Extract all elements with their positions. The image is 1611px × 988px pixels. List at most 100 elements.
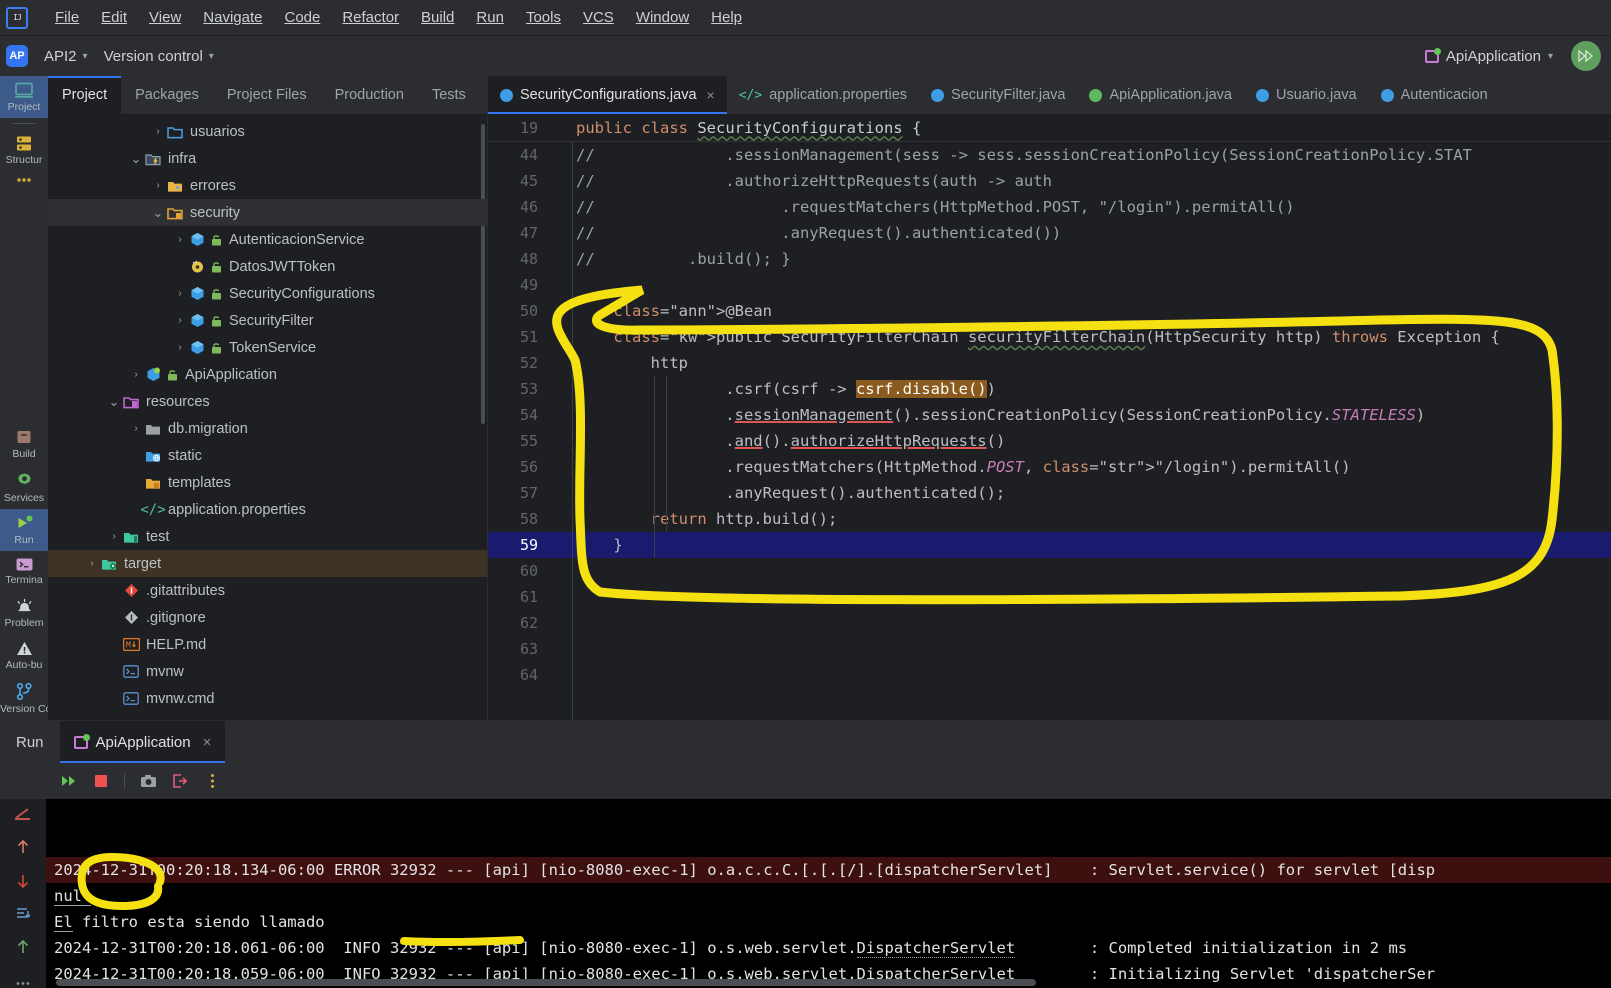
tree-item-target[interactable]: › target: [48, 550, 487, 577]
tree-item-tokenservice[interactable]: › TokenService: [48, 334, 487, 361]
console-output[interactable]: 2024-12-31T00:20:18.134-06:00 ERROR 3293…: [46, 799, 1611, 988]
sidebar-item-project[interactable]: Project: [0, 76, 48, 118]
menu-code[interactable]: Code: [273, 6, 331, 29]
tree-item-securityconfigurations[interactable]: › SecurityConfigurations: [48, 280, 487, 307]
code-line[interactable]: 64: [488, 662, 1611, 688]
chevron-right-icon[interactable]: ›: [172, 342, 188, 353]
tree-item-securityfilter[interactable]: › SecurityFilter: [48, 307, 487, 334]
tree-item-application-properties[interactable]: </> application.properties: [48, 496, 487, 523]
tree-item-security[interactable]: ⌄ security: [48, 199, 487, 226]
code-line[interactable]: 60: [488, 558, 1611, 584]
code-line[interactable]: 56 .requestMatchers(HttpMethod.POST, cla…: [488, 454, 1611, 480]
tree-item-resources[interactable]: ⌄ resources: [48, 388, 487, 415]
scroll-end-icon[interactable]: [15, 907, 31, 925]
tree-item-static[interactable]: static: [48, 442, 487, 469]
tree-item-apiapplication[interactable]: › ApiApplication: [48, 361, 487, 388]
sidebar-item-structure[interactable]: Structur: [0, 129, 48, 171]
menu-file[interactable]: File: [44, 6, 90, 29]
up-arrow-icon[interactable]: [16, 939, 30, 959]
sidebar-item-services[interactable]: Services: [0, 465, 48, 509]
code-line[interactable]: 50 class="ann">@Bean: [488, 298, 1611, 324]
tree-item-datosjwttoken[interactable]: DatosJWTToken: [48, 253, 487, 280]
code-line[interactable]: 62: [488, 610, 1611, 636]
code-line[interactable]: 55 .and().authorizeHttpRequests(): [488, 428, 1611, 454]
version-control-selector[interactable]: Version control ▾: [96, 45, 222, 68]
chevron-right-icon[interactable]: ›: [172, 234, 188, 245]
chevron-down-icon[interactable]: ⌄: [150, 205, 166, 221]
more-icon[interactable]: [15, 973, 31, 988]
editor-tab-autenticacion[interactable]: Autenticacion: [1369, 76, 1500, 114]
tree-item-autenticacionservice[interactable]: › AutenticacionService: [48, 226, 487, 253]
code-line[interactable]: 49: [488, 272, 1611, 298]
export-icon[interactable]: [171, 772, 189, 790]
sidebar-item-more[interactable]: [0, 171, 48, 188]
code-line[interactable]: 57 .anyRequest().authenticated();: [488, 480, 1611, 506]
sidebar-item-version-control[interactable]: Version Control: [0, 676, 48, 720]
code-line[interactable]: 58 return http.build();: [488, 506, 1611, 532]
more-vertical-icon[interactable]: [203, 772, 221, 790]
rerun-icon[interactable]: [60, 772, 78, 790]
tab-production[interactable]: Production: [321, 76, 418, 114]
sidebar-item-build[interactable]: Build: [0, 422, 48, 465]
sidebar-item-run[interactable]: Run: [0, 509, 48, 551]
code-editor[interactable]: 44 // .sessionManagement(sess -> sess.ses…: [488, 142, 1611, 720]
editor-tab-securityconfigurations-java[interactable]: SecurityConfigurations.java ×: [488, 76, 727, 114]
tree-item-infra[interactable]: ⌄ infra: [48, 145, 487, 172]
code-line[interactable]: 47 // .anyRequest().authenticated()): [488, 220, 1611, 246]
tab-project[interactable]: Project: [48, 76, 122, 114]
editor-tab-usuario-java[interactable]: Usuario.java: [1244, 76, 1369, 114]
camera-icon[interactable]: [139, 772, 157, 790]
chevron-down-icon[interactable]: ⌄: [106, 394, 122, 410]
code-line[interactable]: 45 // .authorizeHttpRequests(auth -> auth: [488, 168, 1611, 194]
tree-item--gitignore[interactable]: .gitignore: [48, 604, 487, 631]
tab-packages[interactable]: Packages: [121, 76, 213, 114]
console-horizontal-scrollbar[interactable]: [56, 979, 1036, 986]
tree-item-templates[interactable]: templates: [48, 469, 487, 496]
close-icon[interactable]: ×: [203, 734, 212, 751]
editor-tab-securityfilter-java[interactable]: SecurityFilter.java: [919, 76, 1077, 114]
chevron-right-icon[interactable]: ›: [128, 369, 144, 380]
up-arrow-icon[interactable]: [16, 839, 30, 859]
code-line[interactable]: 63: [488, 636, 1611, 662]
run-button-avatar[interactable]: [1571, 41, 1601, 71]
project-selector[interactable]: API2 ▾: [36, 45, 96, 68]
editor-tab-application-properties[interactable]: </> application.properties: [727, 76, 919, 114]
menu-vcs[interactable]: VCS: [572, 6, 625, 29]
menu-edit[interactable]: Edit: [90, 6, 138, 29]
code-line[interactable]: 48 // .build(); }: [488, 246, 1611, 272]
code-line[interactable]: 61: [488, 584, 1611, 610]
code-line[interactable]: 53 .csrf(csrf -> csrf.disable()): [488, 376, 1611, 402]
sidebar-item-autobuild[interactable]: Auto-bu: [0, 634, 48, 676]
menu-navigate[interactable]: Navigate: [192, 6, 273, 29]
code-line[interactable]: 54 .sessionManagement().sessionCreationP…: [488, 402, 1611, 428]
tree-item-mvnw-cmd[interactable]: mvnw.cmd: [48, 685, 487, 712]
soft-wrap-icon[interactable]: [14, 807, 32, 825]
gutter-marker[interactable]: @: [550, 324, 572, 350]
menu-run[interactable]: Run: [465, 6, 515, 29]
chevron-right-icon[interactable]: ›: [150, 126, 166, 137]
down-arrow-icon[interactable]: [16, 873, 30, 893]
menu-tools[interactable]: Tools: [515, 6, 572, 29]
code-line[interactable]: 44 // .sessionManagement(sess -> sess.ses…: [488, 142, 1611, 168]
close-icon[interactable]: ×: [707, 87, 715, 103]
chevron-right-icon[interactable]: ›: [172, 315, 188, 326]
intellij-logo-icon[interactable]: IJ: [6, 6, 28, 29]
tree-item-help-md[interactable]: M HELP.md: [48, 631, 487, 658]
code-line[interactable]: 52 http: [488, 350, 1611, 376]
run-configuration-selector[interactable]: ApiApplication ▾: [1417, 45, 1561, 68]
chevron-right-icon[interactable]: ›: [150, 180, 166, 191]
tree-item--gitattributes[interactable]: .gitattributes: [48, 577, 487, 604]
menu-build[interactable]: Build: [410, 6, 465, 29]
tree-item-usuarios[interactable]: › usuarios: [48, 118, 487, 145]
menu-window[interactable]: Window: [625, 6, 700, 29]
chevron-right-icon[interactable]: ›: [84, 558, 100, 569]
code-line[interactable]: 51 @ class="kw">public SecurityFilterChai…: [488, 324, 1611, 350]
sidebar-item-terminal[interactable]: Termina: [0, 551, 48, 591]
run-tab-apiapplication[interactable]: ApiApplication ×: [59, 721, 226, 763]
tree-item-mvnw[interactable]: mvnw: [48, 658, 487, 685]
menu-view[interactable]: View: [138, 6, 192, 29]
sidebar-item-problems[interactable]: Problem: [0, 591, 48, 634]
chevron-down-icon[interactable]: ⌄: [128, 151, 144, 167]
tree-item-errores[interactable]: › errores: [48, 172, 487, 199]
stop-icon[interactable]: [92, 772, 110, 790]
